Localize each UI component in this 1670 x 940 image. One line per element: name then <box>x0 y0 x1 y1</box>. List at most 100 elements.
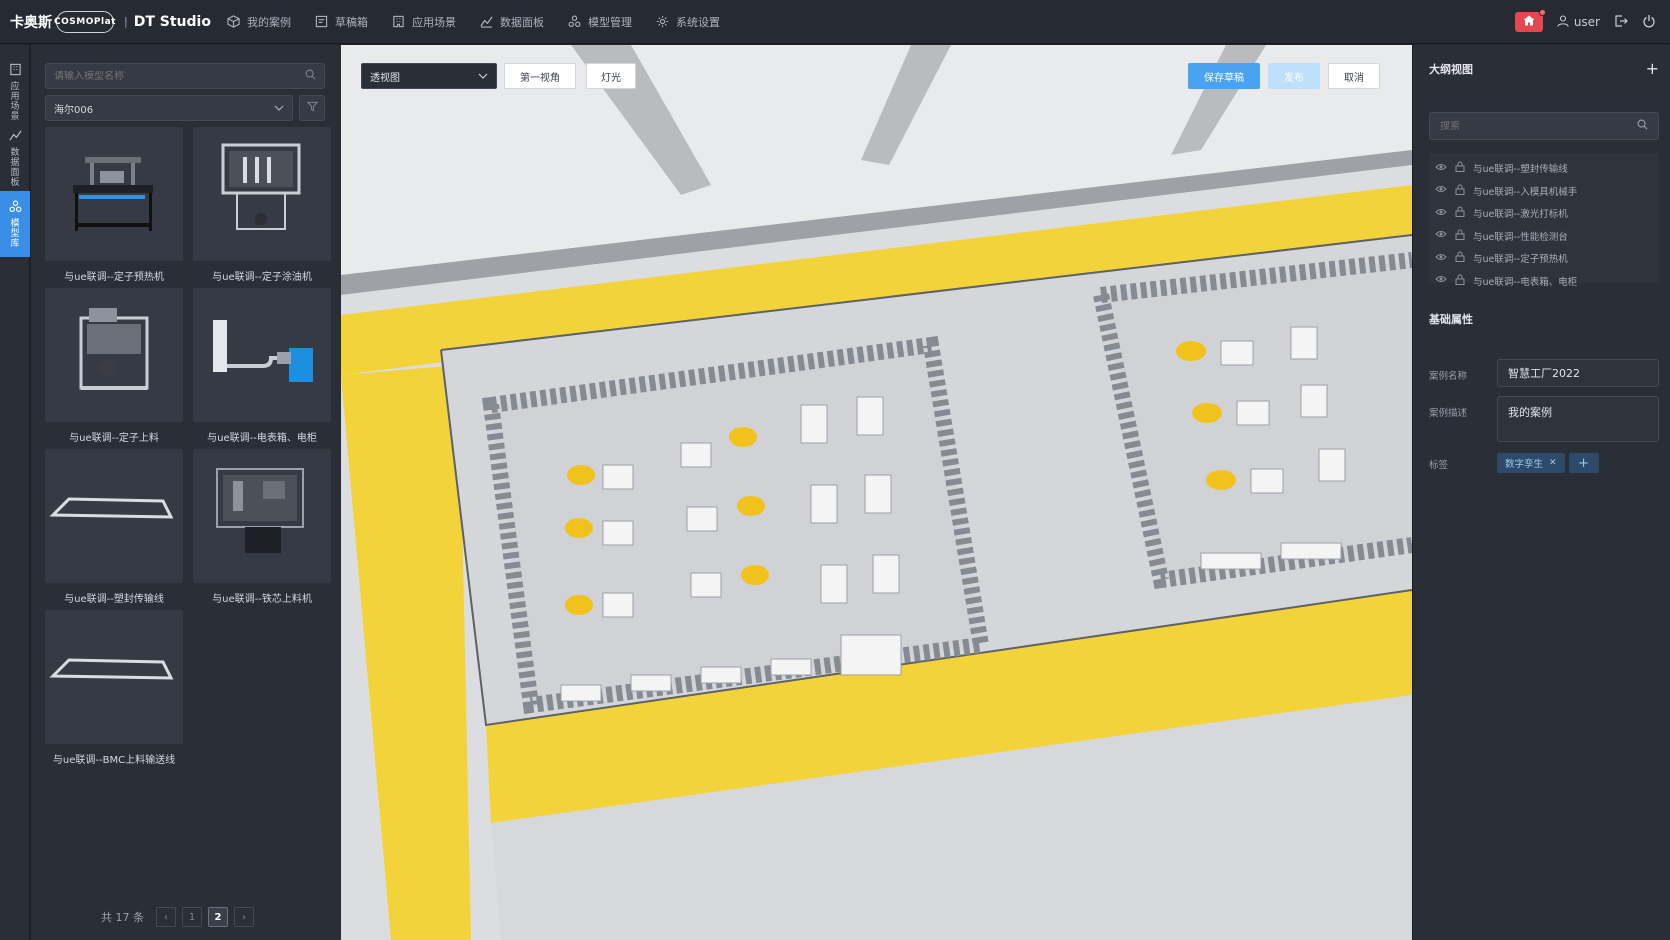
outline-title: 大纲视图 <box>1429 62 1473 76</box>
model-thumbnail <box>45 288 183 422</box>
model-label: 与ue联调--定子预热机 <box>64 272 164 283</box>
scene-viewport[interactable]: 透视图 第一视角 灯光 保存草稿 发布 取消 <box>341 45 1412 940</box>
username: user <box>1573 15 1600 29</box>
category-select[interactable]: 海尔006 <box>45 95 293 121</box>
eye-icon[interactable] <box>1435 185 1447 196</box>
next-page-button[interactable]: › <box>234 907 254 927</box>
view-mode-select[interactable]: 透视图 <box>361 63 497 89</box>
factory-scene <box>341 45 1412 940</box>
outline-item[interactable]: 与ue联调--入模具机械手 <box>1429 180 1659 203</box>
model-label: 与ue联调--铁芯上料机 <box>212 594 312 605</box>
eye-icon[interactable] <box>1435 208 1447 219</box>
model-card[interactable]: 与ue联调--铁芯上料机 <box>193 449 331 605</box>
outline-item[interactable]: 与ue联调--定子预热机 <box>1429 247 1659 270</box>
topbar-actions: user <box>1514 0 1656 44</box>
case-name-row: 案例名称 智慧工厂2022 <box>1429 359 1659 387</box>
nav-label: 我的案例 <box>246 15 291 29</box>
lock-icon[interactable] <box>1455 161 1465 175</box>
model-search-input[interactable] <box>54 70 305 82</box>
outline-item[interactable]: 与ue联调--塑封传输线 <box>1429 157 1659 180</box>
outline-item-label: 与ue联调--激光打标机 <box>1473 209 1568 221</box>
outline-item[interactable]: 与ue联调--电表箱、电柜 <box>1429 270 1659 293</box>
lights-button[interactable]: 灯光 <box>586 63 636 89</box>
rail-label: 应用场景 <box>10 81 20 122</box>
outline-item-label: 与ue联调--性能检测台 <box>1473 231 1568 243</box>
rail-data-panel[interactable]: 数据面板 <box>0 125 30 191</box>
close-icon[interactable]: ✕ <box>1549 458 1557 468</box>
lock-icon[interactable] <box>1455 274 1465 288</box>
nav-scenarios[interactable]: 应用场景 <box>392 14 456 30</box>
first-person-button[interactable]: 第一视角 <box>504 63 576 89</box>
case-desc-field[interactable]: 我的案例 <box>1497 396 1659 442</box>
prev-page-button[interactable]: ‹ <box>156 907 176 927</box>
tags-row: 标签 数字孪生 ✕ + <box>1429 453 1659 473</box>
lock-icon[interactable] <box>1455 184 1465 198</box>
tag-text: 数字孪生 <box>1505 459 1544 470</box>
model-thumbnail <box>193 288 331 422</box>
model-label: 与ue联调--定子上料 <box>69 433 159 444</box>
nav-model-management[interactable]: 模型管理 <box>568 14 632 30</box>
case-desc-label: 案例描述 <box>1429 408 1468 419</box>
filter-icon <box>306 101 318 115</box>
home-icon <box>1523 15 1535 29</box>
tags-container: 数字孪生 ✕ + <box>1497 453 1599 473</box>
outline-item[interactable]: 与ue联调--性能检测台 <box>1429 225 1659 248</box>
outline-search-input[interactable] <box>1440 120 1637 132</box>
eye-icon[interactable] <box>1435 253 1447 264</box>
model-card[interactable]: 与ue联调--塑封传输线 <box>45 449 183 605</box>
power-icon[interactable] <box>1642 14 1656 31</box>
nav-data-panel[interactable]: 数据面板 <box>480 14 544 30</box>
model-icon <box>568 15 582 29</box>
outline-item-label: 与ue联调--入模具机械手 <box>1473 186 1578 198</box>
rail-scenarios[interactable]: 应用场景 <box>0 59 30 125</box>
search-icon[interactable] <box>305 69 316 83</box>
filter-button[interactable] <box>299 95 325 121</box>
lock-icon[interactable] <box>1455 229 1465 243</box>
model-label: 与ue联调--BMC上料输送线 <box>52 755 176 766</box>
eye-icon[interactable] <box>1435 275 1447 286</box>
add-icon[interactable]: + <box>1646 59 1659 78</box>
model-library-panel: 海尔006 与ue联调--定子预热机 <box>31 45 341 940</box>
add-tag-button[interactable]: + <box>1568 453 1599 473</box>
chart-icon <box>8 129 22 145</box>
case-desc-row: 案例描述 我的案例 <box>1429 396 1659 442</box>
rail-label: 数据面板 <box>10 147 20 188</box>
eye-icon[interactable] <box>1435 230 1447 241</box>
tags-label: 标签 <box>1429 460 1449 471</box>
model-card[interactable]: 与ue联调--BMC上料输送线 <box>45 610 183 766</box>
model-card[interactable]: 与ue联调--定子涂油机 <box>193 127 331 283</box>
rail-model-library[interactable]: 模型库 <box>0 191 30 257</box>
model-card[interactable]: 与ue联调--定子预热机 <box>45 127 183 283</box>
model-thumbnail <box>193 449 331 583</box>
nav-my-cases[interactable]: 我的案例 <box>227 14 291 30</box>
model-card[interactable]: 与ue联调--定子上料 <box>45 288 183 444</box>
brand-logo[interactable]: 卡奥斯 COSMOPlat | DT Studio <box>0 10 211 33</box>
lock-icon[interactable] <box>1455 251 1465 265</box>
model-thumbnail <box>45 610 183 744</box>
building-icon <box>392 15 406 29</box>
case-name-field[interactable]: 智慧工厂2022 <box>1497 359 1659 387</box>
lock-icon[interactable] <box>1455 206 1465 220</box>
logout-icon[interactable] <box>1614 14 1628 31</box>
nav-label: 草稿箱 <box>334 15 368 29</box>
current-page[interactable]: 2 <box>208 907 228 927</box>
chart-icon <box>480 15 494 29</box>
nav-drafts[interactable]: 草稿箱 <box>315 14 368 30</box>
left-rail: 应用场景 数据面板 模型库 <box>0 45 30 940</box>
user-icon <box>1557 14 1569 30</box>
model-icon <box>9 200 22 216</box>
home-button[interactable] <box>1514 9 1546 32</box>
eye-icon[interactable] <box>1435 163 1447 174</box>
cancel-button[interactable]: 取消 <box>1328 63 1380 89</box>
model-card[interactable]: 与ue联调--电表箱、电柜 <box>193 288 331 444</box>
search-icon[interactable] <box>1637 119 1648 133</box>
publish-button[interactable]: 发布 <box>1268 63 1320 89</box>
user-menu[interactable]: user <box>1557 14 1600 30</box>
outline-header: 大纲视图 + <box>1429 59 1659 78</box>
outline-item[interactable]: 与ue联调--激光打标机 <box>1429 202 1659 225</box>
save-draft-button[interactable]: 保存草稿 <box>1188 63 1260 89</box>
tag-chip[interactable]: 数字孪生 ✕ <box>1497 453 1565 473</box>
nav-system-settings[interactable]: 系统设置 <box>656 14 720 30</box>
main-nav: 我的案例 草稿箱 应用场景 数据面板 模型管理 系统设置 <box>227 14 744 30</box>
page-button[interactable]: 1 <box>182 907 202 927</box>
